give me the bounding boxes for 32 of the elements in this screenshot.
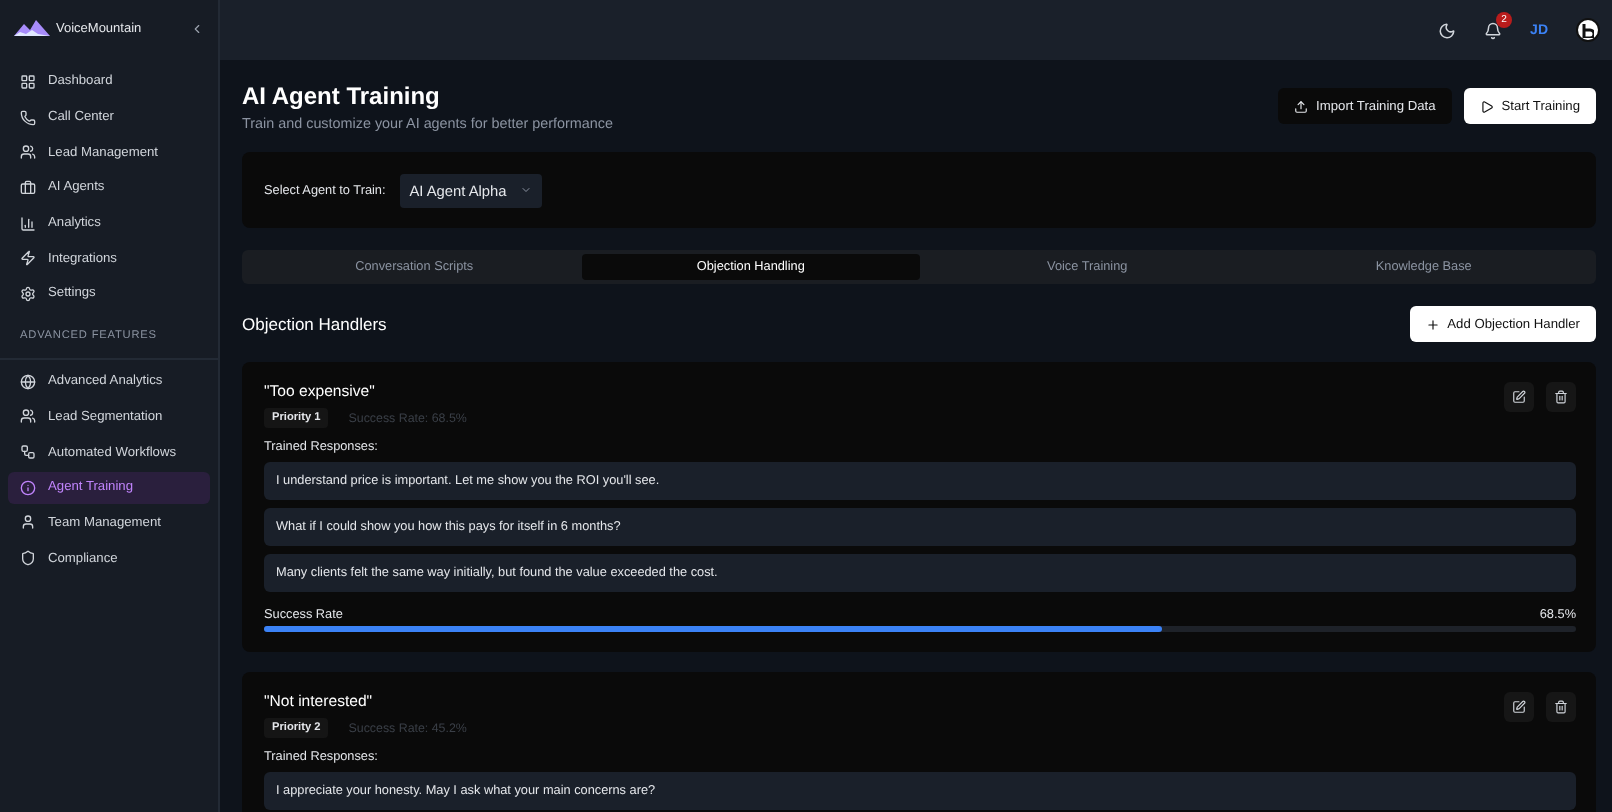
- moon-icon[interactable]: [1438, 21, 1457, 39]
- edit-icon: [1512, 390, 1526, 404]
- trash-icon: [1554, 390, 1568, 404]
- plus-icon: [1425, 317, 1440, 331]
- delete-button[interactable]: [1546, 692, 1576, 722]
- settings-icon: [20, 285, 36, 302]
- bar-chart-icon: [20, 215, 36, 232]
- edit-button[interactable]: [1504, 692, 1534, 722]
- page-title: AI Agent Training: [242, 82, 442, 110]
- mountain-logo-icon: [14, 20, 50, 36]
- lightning-icon: [20, 250, 36, 267]
- collapse-icon[interactable]: [190, 21, 204, 35]
- play-icon: [1479, 99, 1494, 113]
- workflow-icon: [20, 444, 36, 461]
- shield-icon: [20, 550, 36, 567]
- phone-icon: [20, 109, 36, 126]
- delete-button[interactable]: [1546, 382, 1576, 412]
- edit-icon: [1512, 700, 1526, 714]
- users-icon: [20, 144, 36, 161]
- briefcase-icon: [20, 179, 36, 196]
- user-icon: [20, 514, 36, 531]
- users-icon: [20, 408, 36, 425]
- chevron-down-icon: [520, 184, 533, 196]
- bell-icon[interactable]: [1484, 21, 1503, 39]
- globe-icon: [20, 373, 36, 390]
- logo-icon[interactable]: [1576, 18, 1600, 42]
- upload-icon: [1294, 99, 1309, 113]
- info-icon: [20, 479, 36, 496]
- trash-icon: [1554, 700, 1568, 714]
- edit-button[interactable]: [1504, 382, 1534, 412]
- section-heading: Objection Handlers: [242, 314, 387, 334]
- grid-icon: [20, 73, 36, 90]
